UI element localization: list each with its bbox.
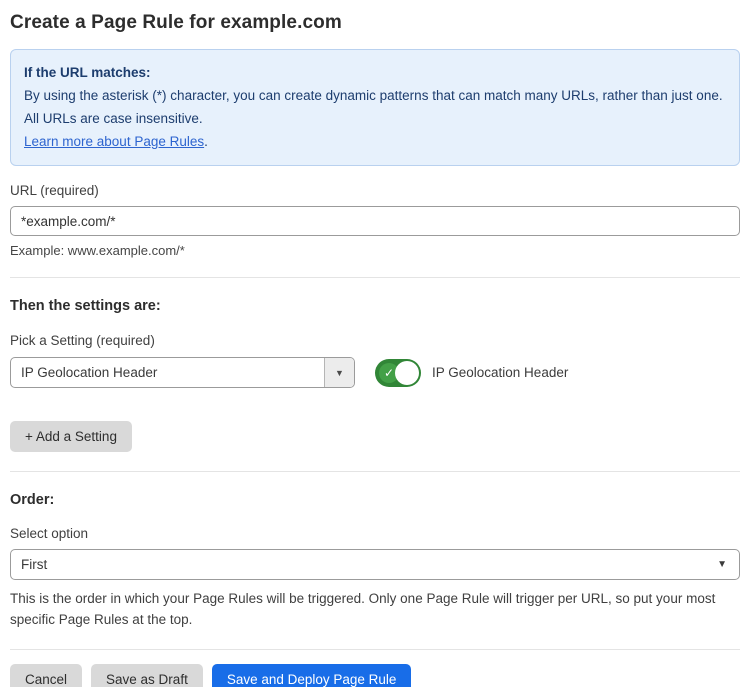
info-box-body: By using the asterisk (*) character, you… xyxy=(24,84,726,130)
divider xyxy=(10,277,740,278)
save-and-deploy-button[interactable]: Save and Deploy Page Rule xyxy=(212,664,412,687)
setting-picker-caret-button[interactable]: ▼ xyxy=(324,358,354,387)
select-option-label: Select option xyxy=(10,526,740,541)
chevron-down-icon: ▼ xyxy=(335,368,344,378)
url-input[interactable] xyxy=(10,206,740,236)
save-as-draft-button[interactable]: Save as Draft xyxy=(91,664,203,687)
cancel-button[interactable]: Cancel xyxy=(10,664,82,687)
setting-picker-value: IP Geolocation Header xyxy=(11,358,324,387)
ip-geolocation-toggle[interactable]: ✓ xyxy=(375,359,421,387)
divider xyxy=(10,471,740,472)
order-select-value: First xyxy=(21,557,47,572)
toggle-knob xyxy=(395,361,419,385)
link-period: . xyxy=(204,134,208,149)
add-setting-button[interactable]: + Add a Setting xyxy=(10,421,132,452)
order-section-heading: Order: xyxy=(10,492,740,508)
divider xyxy=(10,649,740,650)
learn-more-link[interactable]: Learn more about Page Rules xyxy=(24,134,204,149)
footer-button-row: Cancel Save as Draft Save and Deploy Pag… xyxy=(10,664,740,687)
url-field-label: URL (required) xyxy=(10,183,740,198)
setting-row: IP Geolocation Header ▼ ✓ IP Geolocation… xyxy=(10,357,740,388)
setting-picker-dropdown[interactable]: IP Geolocation Header ▼ xyxy=(10,357,355,388)
info-box-heading: If the URL matches: xyxy=(24,61,726,84)
order-helper-text: This is the order in which your Page Rul… xyxy=(10,588,730,630)
order-select[interactable]: First ▼ xyxy=(10,549,740,580)
pick-setting-label: Pick a Setting (required) xyxy=(10,333,740,348)
url-match-info-box: If the URL matches: By using the asteris… xyxy=(10,49,740,166)
toggle-label: IP Geolocation Header xyxy=(432,365,568,380)
create-page-rule-form: Create a Page Rule for example.com If th… xyxy=(0,0,750,687)
page-title: Create a Page Rule for example.com xyxy=(10,12,740,34)
settings-section-heading: Then the settings are: xyxy=(10,298,740,314)
info-box-link-line: Learn more about Page Rules. xyxy=(24,130,726,153)
url-example-helper: Example: www.example.com/* xyxy=(10,243,740,258)
chevron-down-icon: ▼ xyxy=(717,559,727,570)
